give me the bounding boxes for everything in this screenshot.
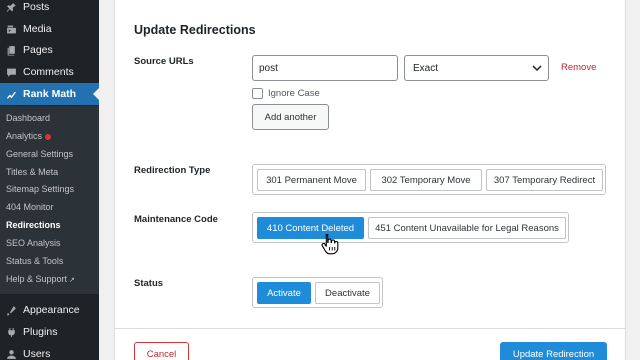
menu-item-pages[interactable]: Pages <box>0 39 99 61</box>
admin-sidebar: Posts Media Pages Comments Rank Math Das… <box>0 0 99 360</box>
submenu-item-seo-analysis[interactable]: SEO Analysis <box>6 238 61 248</box>
maintenance-code-group: 410 Content Deleted 451 Content Unavaila… <box>252 212 569 243</box>
menu-item-label: Users <box>23 348 51 360</box>
hand-pointer-icon <box>321 233 339 255</box>
option-307-temporary-redirect[interactable]: 307 Temporary Redirect <box>486 169 603 191</box>
submenu-item-redirections[interactable]: Redirections <box>6 220 61 230</box>
update-redirection-button[interactable]: Update Redirection <box>500 342 607 360</box>
panel-title: Update Redirections <box>134 23 256 37</box>
option-301-permanent-move[interactable]: 301 Permanent Move <box>257 169 366 191</box>
external-link-icon: ↗ <box>69 277 75 284</box>
submenu-item-titles-meta[interactable]: Titles & Meta <box>6 167 58 177</box>
maintenance-code-label: Maintenance Code <box>134 214 218 225</box>
remove-link[interactable]: Remove <box>561 62 596 73</box>
menu-item-label: Comments <box>23 66 74 78</box>
submenu-item-404-monitor[interactable]: 404 Monitor <box>6 202 54 212</box>
chevron-down-icon <box>532 65 542 72</box>
menu-item-label: Plugins <box>23 326 58 338</box>
menu-item-appearance[interactable]: Appearance <box>0 299 99 321</box>
rank-math-submenu: Dashboard Analytics General Settings Tit… <box>0 106 99 294</box>
submenu-item-analytics[interactable]: Analytics <box>6 131 52 141</box>
redirection-type-group: 301 Permanent Move 302 Temporary Move 30… <box>252 164 606 195</box>
pin-icon <box>4 0 18 14</box>
menu-item-users[interactable]: Users <box>0 343 99 360</box>
option-302-temporary-move[interactable]: 302 Temporary Move <box>370 169 482 191</box>
status-group: Activate Deactivate <box>252 277 383 308</box>
menu-item-rank-math[interactable]: Rank Math <box>0 83 99 105</box>
notification-dot <box>45 133 52 140</box>
submenu-item-help-support[interactable]: Help & Support ↗ <box>6 274 75 284</box>
source-url-input[interactable]: post <box>252 55 398 81</box>
cancel-button[interactable]: Cancel <box>134 342 189 360</box>
media-icon <box>4 22 18 36</box>
menu-item-label: Rank Math <box>23 88 77 100</box>
option-451-content-unavailable[interactable]: 451 Content Unavailable for Legal Reason… <box>368 217 566 239</box>
option-410-content-deleted[interactable]: 410 Content Deleted <box>257 217 364 239</box>
status-label: Status <box>134 278 164 289</box>
submenu-item-label: Help & Support <box>6 274 68 284</box>
menu-item-media[interactable]: Media <box>0 18 99 40</box>
menu-item-label: Appearance <box>23 304 80 316</box>
submenu-item-status-tools[interactable]: Status & Tools <box>6 256 63 266</box>
menu-item-label: Posts <box>23 1 50 13</box>
option-activate[interactable]: Activate <box>257 282 311 304</box>
match-type-select[interactable]: Exact <box>404 55 549 81</box>
pages-icon <box>4 43 18 57</box>
submenu-item-sitemap-settings[interactable]: Sitemap Settings <box>6 184 74 194</box>
add-another-button[interactable]: Add another <box>252 104 329 130</box>
ignore-case-checkbox[interactable] <box>252 88 263 99</box>
ignore-case-label: Ignore Case <box>268 88 320 99</box>
plugins-icon <box>4 325 18 339</box>
submenu-item-dashboard[interactable]: Dashboard <box>6 113 50 123</box>
option-deactivate[interactable]: Deactivate <box>315 282 380 304</box>
source-urls-label: Source URLs <box>134 56 194 67</box>
menu-item-plugins[interactable]: Plugins <box>0 321 99 343</box>
submenu-item-label: Analytics <box>6 131 43 141</box>
match-type-value: Exact <box>413 62 439 74</box>
active-indicator <box>93 88 99 100</box>
menu-item-posts[interactable]: Posts <box>0 0 99 18</box>
rank-math-icon <box>4 87 18 101</box>
redirection-type-label: Redirection Type <box>134 165 211 176</box>
menu-item-comments[interactable]: Comments <box>0 61 99 83</box>
menu-item-label: Media <box>23 23 52 35</box>
comments-icon <box>4 65 18 79</box>
submenu-item-general-settings[interactable]: General Settings <box>6 149 73 159</box>
footer-divider <box>115 328 625 329</box>
users-icon <box>4 347 18 360</box>
menu-item-label: Pages <box>23 44 53 56</box>
appearance-icon <box>4 303 18 317</box>
redirection-editor-panel: Update Redirections Source URLs post Exa… <box>114 0 626 360</box>
